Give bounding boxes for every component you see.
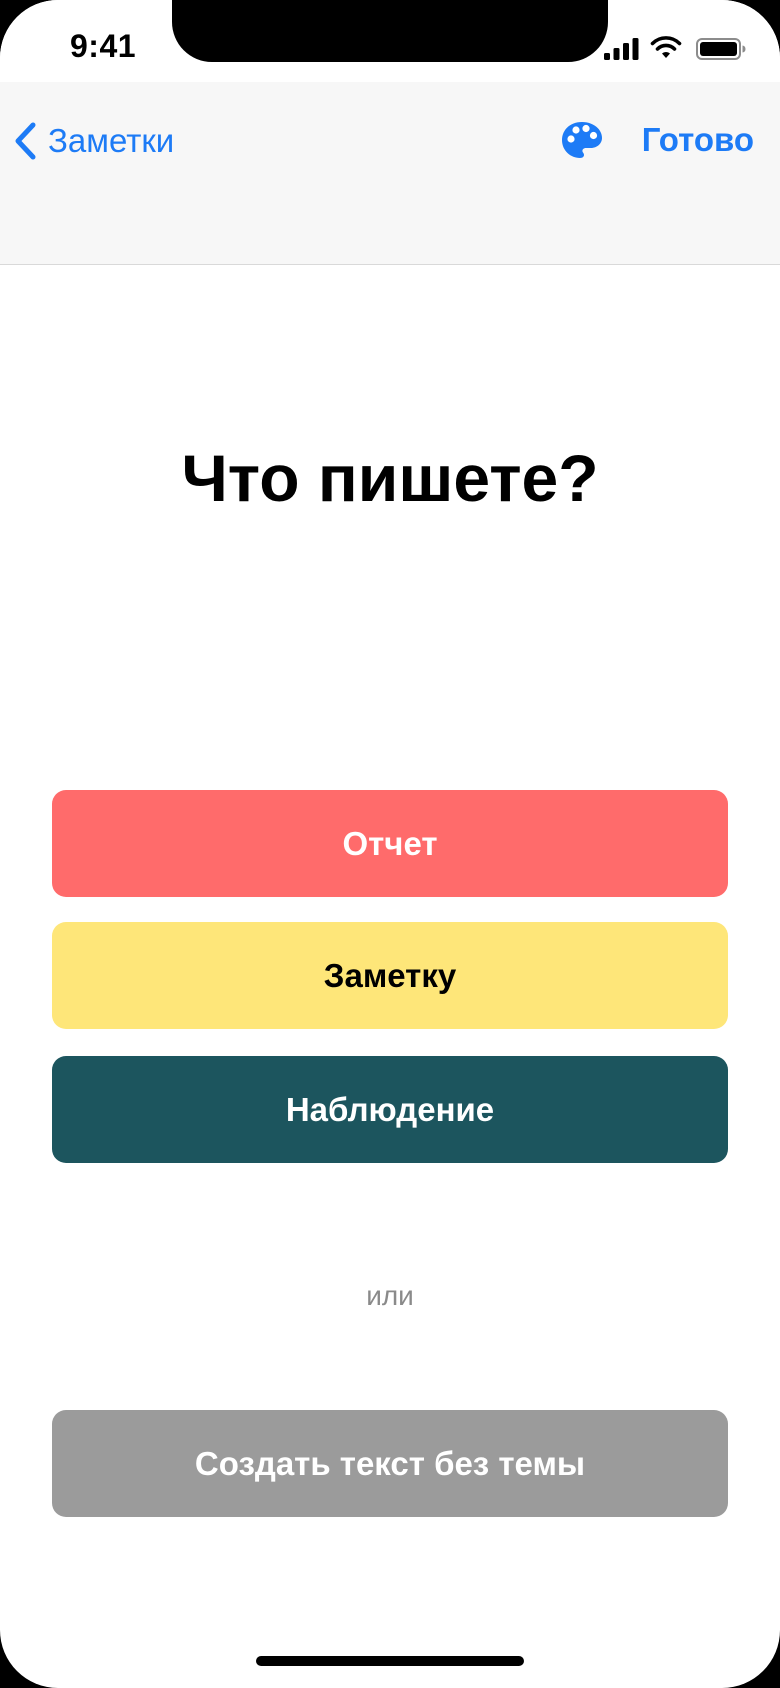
report-button[interactable]: Отчет [52, 790, 728, 897]
create-plain-text-button[interactable]: Создать текст без темы [52, 1410, 728, 1517]
palette-icon[interactable] [560, 118, 604, 162]
status-bar: 9:41 [0, 0, 780, 82]
home-indicator[interactable] [256, 1656, 524, 1666]
page-title: Что пишете? [181, 441, 599, 515]
phone-screen: 9:41 Заметки Готово Что пишете? Отчет За… [0, 0, 780, 1688]
back-button-label: Заметки [48, 122, 175, 159]
or-separator-label: или [366, 1280, 414, 1311]
navigation-bar [0, 82, 780, 265]
done-button[interactable]: Готово [642, 118, 754, 162]
chevron-left-icon [15, 122, 36, 160]
observation-button[interactable]: Наблюдение [52, 1056, 728, 1163]
cellular-signal-icon [604, 38, 639, 60]
note-button[interactable]: Заметку [52, 922, 728, 1029]
wifi-icon [650, 36, 682, 58]
notch [172, 0, 608, 62]
status-time: 9:41 [70, 28, 137, 64]
battery-icon [696, 38, 746, 60]
back-button[interactable]: Заметки [12, 114, 174, 168]
